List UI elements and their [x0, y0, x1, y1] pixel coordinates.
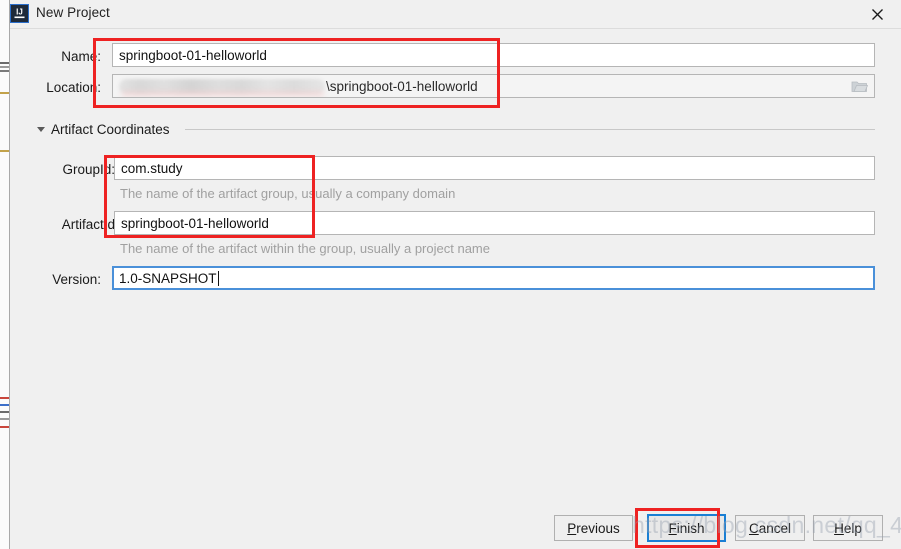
finish-mnemonic: F	[668, 520, 677, 536]
window-title: New Project	[36, 5, 110, 20]
groupid-hint: The name of the artifact group, usually …	[120, 186, 456, 201]
artifactid-input[interactable]: springboot-01-helloworld	[114, 211, 875, 235]
bg-artifact	[0, 411, 9, 413]
bg-artifact	[0, 397, 9, 399]
folder-icon[interactable]	[846, 76, 872, 96]
groupid-input[interactable]: com.study	[114, 156, 875, 180]
groupid-input-value: com.study	[121, 160, 183, 176]
finish-button-label: Finish	[668, 520, 705, 536]
project-form: Name: springboot-01-helloworld Location:…	[10, 28, 901, 498]
close-icon[interactable]	[859, 0, 895, 28]
intellij-idea-icon: IJ	[10, 4, 29, 23]
artifactid-input-value: springboot-01-helloworld	[121, 215, 269, 231]
help-button-label: Help	[834, 520, 862, 536]
previous-mnemonic: P	[567, 520, 577, 536]
version-input[interactable]: 1.0-SNAPSHOT	[112, 266, 875, 290]
location-input-value: \springboot-01-helloworld	[326, 78, 478, 94]
artifactid-hint: The name of the artifact within the grou…	[120, 241, 490, 256]
name-label: Name:	[61, 49, 101, 64]
chevron-down-icon	[37, 127, 45, 132]
name-input[interactable]: springboot-01-helloworld	[112, 43, 875, 67]
name-input-value: springboot-01-helloworld	[119, 47, 267, 63]
groupid-label: GroupId:	[62, 162, 115, 177]
dialog-window: IJ New Project Name: springboot-01-hello…	[10, 0, 901, 549]
text-caret	[217, 270, 219, 286]
bg-artifact	[0, 150, 9, 152]
cancel-button-label: Cancel	[748, 520, 792, 536]
bg-artifact	[0, 66, 9, 68]
location-input[interactable]: \springboot-01-helloworld	[112, 74, 875, 98]
bg-artifact	[0, 404, 9, 406]
cancel-button[interactable]: Cancel	[735, 515, 805, 541]
location-label: Location:	[46, 80, 101, 95]
help-button[interactable]: Help	[813, 515, 883, 541]
bg-artifact	[0, 426, 9, 428]
bg-artifact	[0, 418, 9, 420]
new-project-dialog-screen: IJ New Project Name: springboot-01-hello…	[0, 0, 901, 549]
svg-text:IJ: IJ	[16, 8, 23, 17]
help-mnemonic: H	[834, 520, 844, 536]
bg-artifact	[0, 70, 9, 72]
section-separator	[185, 129, 875, 130]
title-bar: IJ New Project	[10, 0, 901, 29]
bg-artifact	[0, 92, 9, 94]
finish-button[interactable]: Finish	[647, 514, 726, 542]
location-path-redacted	[119, 78, 326, 94]
previous-button[interactable]: Previous	[554, 515, 633, 541]
artifact-coordinates-label: Artifact Coordinates	[51, 122, 170, 137]
previous-button-label: Previous	[567, 520, 620, 536]
artifactid-label: ArtifactId	[61, 217, 115, 232]
background-ide-strip	[0, 0, 10, 549]
cancel-mnemonic: C	[748, 520, 759, 536]
version-input-value: 1.0-SNAPSHOT	[119, 270, 217, 286]
artifact-coordinates-section-toggle[interactable]: Artifact Coordinates	[37, 122, 170, 137]
version-label: Version:	[52, 272, 101, 287]
bg-artifact	[0, 62, 9, 64]
